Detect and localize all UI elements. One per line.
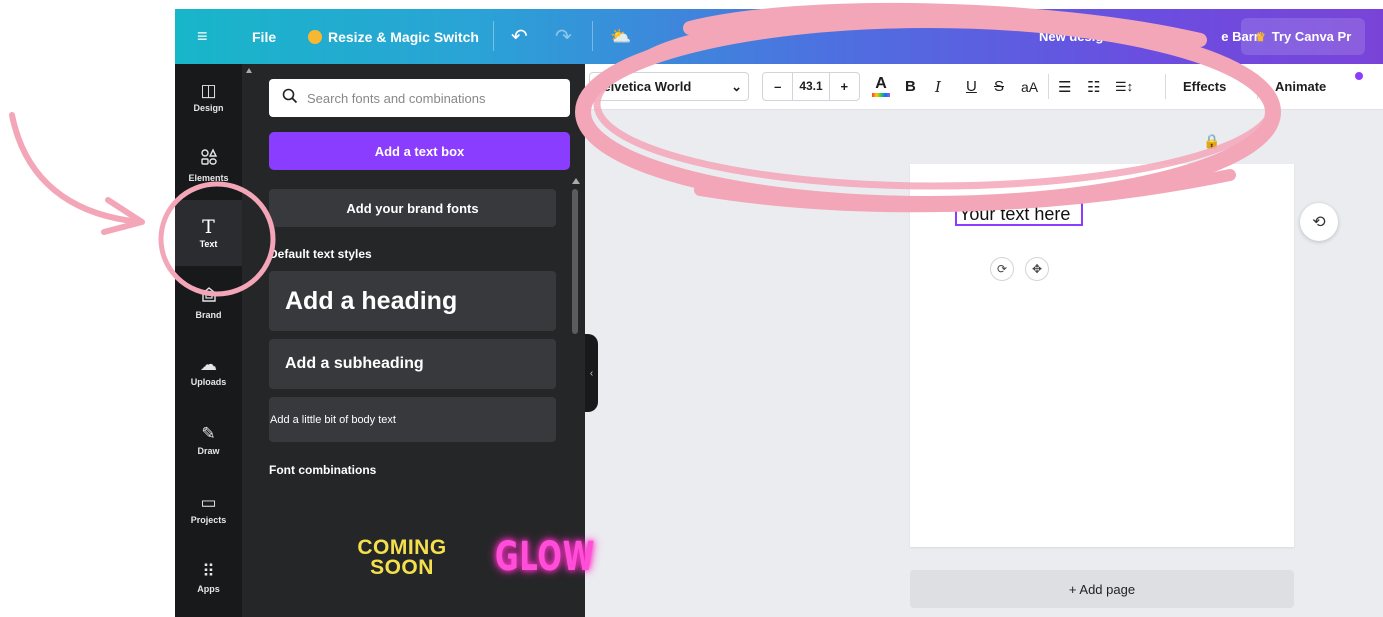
add-body-text-button[interactable]: Add a little bit of body text — [269, 397, 556, 442]
align-center-icon[interactable]: ☰ — [1058, 64, 1071, 109]
letter-case-button[interactable]: aA — [1021, 64, 1038, 109]
rail-item-draw[interactable]: ✎ Draw — [175, 407, 242, 473]
try-pro-label: Try Canva Pr — [1271, 29, 1352, 44]
font-search[interactable] — [269, 79, 570, 117]
add-text-box-button[interactable]: Add a text box — [269, 132, 570, 170]
rail-label: Text — [199, 238, 218, 249]
add-brand-fonts-button[interactable]: Add your brand fonts — [269, 189, 556, 227]
design-title-text: New design — [1039, 29, 1112, 44]
rail-item-projects[interactable]: ▭ Projects — [175, 476, 242, 542]
shapes-icon — [200, 147, 218, 170]
folder-icon: ▭ — [200, 492, 217, 512]
selected-text-box[interactable]: Your text here — [955, 202, 1083, 226]
lock-icon[interactable]: 🔒 — [1203, 133, 1220, 150]
italic-button[interactable]: I — [935, 64, 941, 109]
resize-label: Resize & Magic Switch — [328, 28, 479, 45]
panel-scrollbar[interactable] — [572, 189, 578, 334]
rail-label: Projects — [190, 514, 227, 525]
color-swatch — [872, 93, 890, 97]
file-menu-button[interactable]: File — [252, 9, 276, 64]
font-combinations-heading: Font combinations — [269, 463, 377, 477]
decrease-size-button[interactable]: – — [763, 79, 792, 94]
crown-icon: ♛ — [1255, 29, 1266, 44]
font-size-control: – 43.1 + — [762, 72, 860, 101]
font-family-value: Helvetica World — [594, 79, 692, 94]
brand-icon — [200, 285, 218, 307]
notification-dot — [1355, 72, 1363, 80]
undo-button[interactable]: ↶ — [511, 9, 528, 64]
divider — [592, 21, 593, 51]
rail-item-elements[interactable]: Elements — [175, 132, 242, 198]
rail-label: Elements — [188, 172, 229, 183]
rail-item-brand[interactable]: Brand — [175, 269, 242, 335]
search-icon — [275, 88, 305, 109]
animate-button[interactable]: Animate — [1275, 64, 1326, 109]
crown-icon — [308, 29, 322, 44]
text-icon: T — [202, 215, 215, 238]
rail-item-apps[interactable]: ⠿ Apps — [175, 545, 242, 611]
underline-button[interactable]: U — [966, 64, 977, 109]
body-text-label: Add a little bit of body text — [270, 413, 396, 426]
try-canva-pro-button[interactable]: ♛ Try Canva Pr — [1241, 18, 1366, 55]
rail-label: Draw — [197, 445, 220, 456]
rail-label: Apps — [197, 583, 220, 594]
text-color-icon: A — [875, 75, 887, 92]
effects-button[interactable]: Effects — [1183, 64, 1226, 109]
rail-item-uploads[interactable]: ☁ Uploads — [175, 338, 242, 404]
bold-button[interactable]: B — [905, 64, 916, 109]
text-toolbar: Helvetica World ⌄ – 43.1 + A B I U S aA … — [585, 64, 1383, 110]
font-combo-glow[interactable]: GLOW — [495, 534, 595, 580]
resize-magic-switch-button[interactable]: Resize & Magic Switch — [308, 9, 479, 64]
search-input[interactable] — [305, 89, 559, 107]
rail-item-text[interactable]: T Text — [175, 200, 242, 266]
strikethrough-button[interactable]: S — [994, 64, 1004, 109]
divider — [493, 21, 494, 51]
font-combo-coming-soon[interactable]: COMING SOON — [337, 537, 467, 578]
annotation-arrow — [9, 112, 143, 225]
canva-editor: ≡ File Resize & Magic Switch ↶ ↷ ⛅ New d… — [175, 9, 1383, 617]
layout-icon: ◫ — [200, 80, 217, 100]
rail-label: Design — [193, 102, 224, 113]
rotate-handle-icon[interactable]: ⟳ — [990, 257, 1014, 281]
divider — [1048, 74, 1049, 99]
scroll-up-icon[interactable] — [246, 68, 252, 73]
add-heading-button[interactable]: Add a heading — [269, 271, 556, 331]
default-styles-heading: Default text styles — [269, 247, 372, 261]
annotation-arrowhead — [101, 197, 145, 235]
collapse-panel-button[interactable]: ‹ — [585, 334, 598, 412]
add-page-button[interactable]: + Add page — [910, 570, 1294, 608]
menu-icon[interactable]: ≡ — [197, 9, 208, 64]
panel-scroll-up[interactable] — [572, 178, 580, 184]
text-color-button[interactable]: A — [872, 64, 890, 109]
chevron-down-icon: ⌄ — [731, 78, 742, 94]
grid-icon: ⠿ — [202, 561, 215, 581]
rail-label: Uploads — [190, 376, 227, 387]
top-bar: ≡ File Resize & Magic Switch ↶ ↷ ⛅ New d… — [175, 9, 1383, 64]
divider — [1165, 74, 1166, 99]
side-rail: ◫ Design Elements T Text Brand ☁ Uploads… — [175, 64, 242, 617]
font-size-input[interactable]: 43.1 — [792, 73, 830, 100]
cloud-upload-icon: ☁ — [200, 354, 217, 374]
redo-button[interactable]: ↷ — [555, 9, 572, 64]
move-handle-icon[interactable]: ✥ — [1025, 257, 1049, 281]
cloud-save-icon[interactable]: ⛅ — [610, 9, 631, 64]
rail-label: Brand — [195, 309, 222, 320]
increase-size-button[interactable]: + — [830, 79, 859, 94]
divider — [1257, 74, 1258, 99]
pen-icon: ✎ — [201, 423, 216, 443]
refresh-icon[interactable]: ⟲ — [1300, 203, 1338, 241]
add-subheading-button[interactable]: Add a subheading — [269, 339, 556, 389]
text-panel: Add a text box Add your brand fonts Defa… — [242, 64, 594, 617]
list-icon[interactable]: ☷ — [1087, 64, 1100, 109]
font-family-select[interactable]: Helvetica World ⌄ — [589, 72, 749, 101]
line-spacing-icon[interactable]: ☰↕ — [1115, 64, 1133, 109]
design-title[interactable]: New design e Barn — [1039, 9, 1262, 64]
rail-item-design[interactable]: ◫ Design — [175, 64, 242, 130]
